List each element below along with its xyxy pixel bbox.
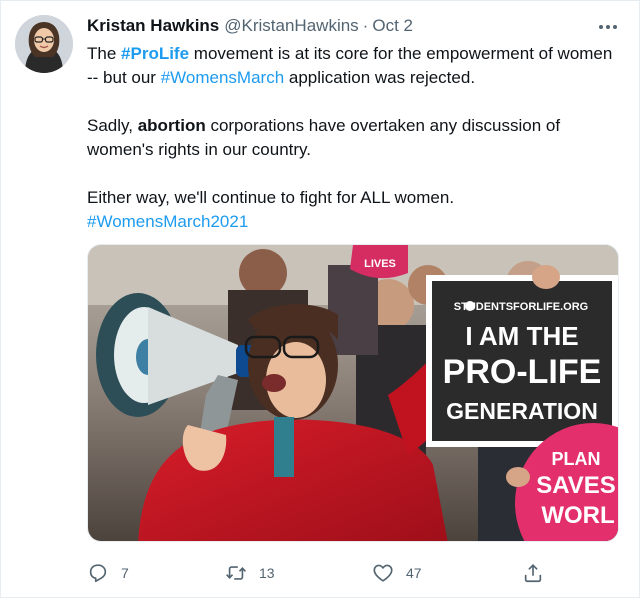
tweet-text: The #ProLife movement is at its core for… [87,42,617,234]
text-segment: The [87,44,122,63]
text-segment: Sadly, [87,116,138,135]
hashtag-womensmarch[interactable]: #WomensMarch [161,68,284,87]
reply-icon [89,564,107,583]
hashtag-prolife[interactable]: #ProLife [121,44,189,63]
tweet-card[interactable]: Kristan Hawkins @KristanHawkins · Oct 2 … [0,0,640,598]
sign-line-2: PRO-LIFE [443,353,602,391]
more-icon[interactable] [595,17,621,37]
heart-icon [373,564,393,582]
hashtag-womensmarch2021[interactable]: #WomensMarch2021 [87,212,248,231]
text-segment: application was rejected. [284,68,476,87]
pink-sign-line-3: WORL [541,502,614,529]
action-bar: 7 13 47 [87,561,557,585]
retweet-button[interactable]: 13 [225,561,275,585]
sign-line-1: I AM THE [465,321,578,351]
text-segment: Either way, we'll continue to fight for … [87,188,455,207]
tweet-paragraph-3: Either way, we'll continue to fight for … [87,186,617,234]
reply-count: 7 [121,565,129,581]
pink-sign-line-1: PLAN [552,449,601,469]
author-name[interactable]: Kristan Hawkins [87,16,219,36]
like-button[interactable]: 47 [372,561,422,585]
retweet-count: 13 [259,565,275,581]
author-handle[interactable]: @KristanHawkins [224,16,358,36]
pink-sign-line-2: SAVES [536,472,616,499]
reply-button[interactable]: 7 [87,561,129,585]
sign-line-3: GENERATION [446,398,598,424]
tweet-date[interactable]: Oct 2 [372,16,413,36]
tweet-photo[interactable]: LIVES STUDENTSFORLIFE.ORG I AM THE PRO-L… [87,244,619,542]
header-separator: · [362,16,369,35]
tweet-header: Kristan Hawkins @KristanHawkins · Oct 2 [87,15,413,37]
like-count: 47 [406,565,422,581]
share-button[interactable] [522,561,544,585]
sign-org-text: STUDENTSFORLIFE.ORG [454,301,588,313]
top-sign-text: LIVES [364,258,396,270]
bold-keyword: abortion [137,116,206,135]
tweet-paragraph-1: The #ProLife movement is at its core for… [87,42,617,90]
avatar[interactable] [15,15,73,73]
share-icon [524,564,542,583]
tweet-paragraph-2: Sadly, abortion corporations have overta… [87,114,617,162]
retweet-icon [226,566,246,580]
